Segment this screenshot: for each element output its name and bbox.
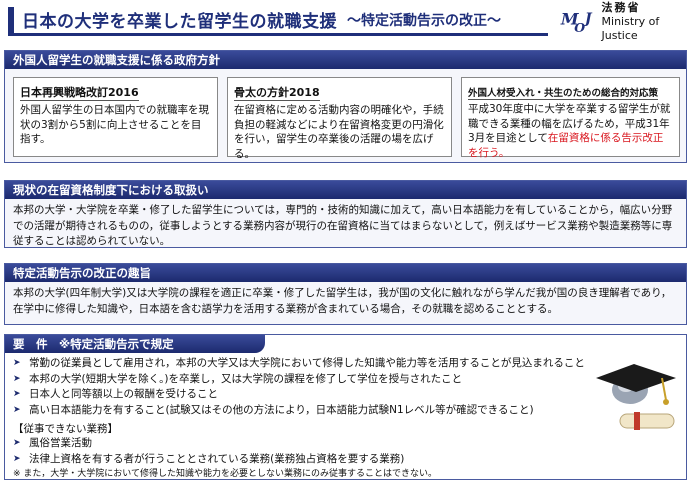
title-accent-bar: [8, 6, 14, 33]
arrow-bullet-icon: ➤: [13, 453, 21, 464]
policy-box-honebuto: 骨太の方針2018 在留資格に定める活動内容の明確化や，手続負担の軽減などにより…: [227, 77, 452, 160]
requirements-section: 要 件 ※特定活動告示で規定 ➤ 常勤の従業員として雇用され，本邦の大学又は大学院…: [4, 334, 687, 480]
requirements-heading: 要 件 ※特定活動告示で規定: [5, 335, 265, 353]
arrow-bullet-icon: ➤: [13, 358, 21, 368]
policy-box-text: 在留資格に定める活動内容の明確化や，手続負担の軽減などにより在留資格変更の円滑化…: [234, 104, 444, 160]
purpose-heading: 特定活動告示の改正の趣旨: [5, 264, 686, 282]
page-title-bar: 日本の大学を卒業した留学生の就職支援 〜特定活動告示の改正〜: [8, 6, 548, 36]
arrow-bullet-icon: ➤: [13, 389, 21, 399]
policy-section: 外国人留学生の就職支援に係る政府方針 日本再興戦略改訂2016 外国人留学生の日…: [4, 50, 687, 163]
list-item-text: 日本人と同等額以上の報酬を受けること: [29, 388, 218, 400]
policy-box-comprehensive: 外国人材受入れ・共生のための総合的対応策 平成30年度中に大学を卒業する留学生が…: [461, 77, 680, 160]
policy-box-title: 日本再興戦略改訂2016: [20, 86, 139, 101]
policy-box-text: 外国人留学生の日本国内での就職率を現状の3割から5割に向上させることを目指す。: [20, 104, 209, 145]
ministry-name-en: Ministry of Justice: [601, 15, 660, 42]
list-item: ➤ 本邦の大学(短期大学を除く。)を卒業し，又は大学院の課程を修了して学位を授与さ…: [13, 372, 686, 388]
policy-heading: 外国人留学生の就職支援に係る政府方針: [5, 51, 686, 69]
ministry-logo: M O J 法務省 Ministry of Justice: [560, 1, 688, 43]
list-item: ➤ 日本人と同等額以上の報酬を受けること: [13, 387, 686, 403]
list-item-text: 高い日本語能力を有すること(試験又はその他の方法により，日本語能力試験N1レベル…: [29, 403, 534, 416]
list-item: ➤ 常勤の従業員として雇用され，本邦の大学又は大学院において修得した知識や能力等を…: [13, 356, 686, 372]
ministry-name-jp: 法務省: [601, 1, 641, 14]
list-item: ➤ 法律上資格を有する者が行うこととされている業務(業務独占資格を要する業務): [13, 452, 686, 468]
list-item-text: 風俗営業活動: [29, 437, 92, 449]
ministry-name: 法務省 Ministry of Justice: [602, 1, 688, 43]
requirements-list: ➤ 常勤の従業員として雇用され，本邦の大学又は大学院において修得した知識や能力等を…: [5, 353, 686, 418]
current-handling-section: 現状の在留資格制度下における取扱い 本邦の大学・大学院を卒業・修了した留学生につ…: [4, 180, 687, 248]
list-item: ➤ 高い日本語能力を有すること(試験又はその他の方法により，日本語能力試験N1レベ…: [13, 403, 686, 419]
moj-logo-icon: M O J: [560, 10, 593, 35]
purpose-section: 特定活動告示の改正の趣旨 本邦の大学(四年制大学)又は大学院の課程を適正に卒業・…: [4, 263, 687, 325]
arrow-bullet-icon: ➤: [13, 404, 21, 415]
purpose-body: 本邦の大学(四年制大学)又は大学院の課程を適正に卒業・修了した留学生は，我が国の…: [13, 287, 672, 315]
policy-box-revitalization: 日本再興戦略改訂2016 外国人留学生の日本国内での就職率を現状の3割から5割に…: [13, 77, 218, 157]
page-subtitle: 〜特定活動告示の改正〜: [347, 12, 501, 29]
page-title: 日本の大学を卒業した留学生の就職支援: [22, 12, 337, 32]
prohibited-list: ➤ 風俗営業活動 ➤ 法律上資格を有する者が行うこととされている業務(業務独占資格を…: [5, 436, 686, 467]
requirements-note: ※ また，大学・大学院において修得した知識や能力を必要としない業務にのみ従事する…: [13, 469, 437, 479]
diploma-scroll-icon: [619, 412, 675, 430]
policy-box-title: 骨太の方針2018: [234, 86, 320, 101]
list-item: ➤ 風俗営業活動: [13, 436, 686, 452]
current-handling-body: 本邦の大学・大学院を卒業・修了した留学生については，専門的・技術的知識に加えて，…: [13, 204, 673, 247]
arrow-bullet-icon: ➤: [13, 373, 21, 384]
list-item-text: 本邦の大学(短期大学を除く。)を卒業し，又は大学院の課程を修了して学位を授与され…: [29, 372, 463, 385]
policy-box-text: 平成30年度中に大学を卒業する留学生が就職できる業種の幅を広げるため，平成31年…: [468, 102, 673, 160]
graduation-cap-icon: [596, 364, 676, 430]
list-item-text: 法律上資格を有する者が行うこととされている業務(業務独占資格を要する業務): [29, 452, 405, 465]
arrow-bullet-icon: ➤: [13, 438, 21, 448]
prohibited-heading: 【従事できない業務】: [13, 423, 118, 435]
current-handling-heading: 現状の在留資格制度下における取扱い: [5, 181, 686, 199]
list-item-text: 常勤の従業員として雇用され，本邦の大学又は大学院において修得した知識や能力等を活…: [29, 357, 585, 369]
policy-box-title: 外国人材受入れ・共生のための総合的対応策: [468, 85, 659, 100]
svg-text:O: O: [574, 20, 585, 35]
